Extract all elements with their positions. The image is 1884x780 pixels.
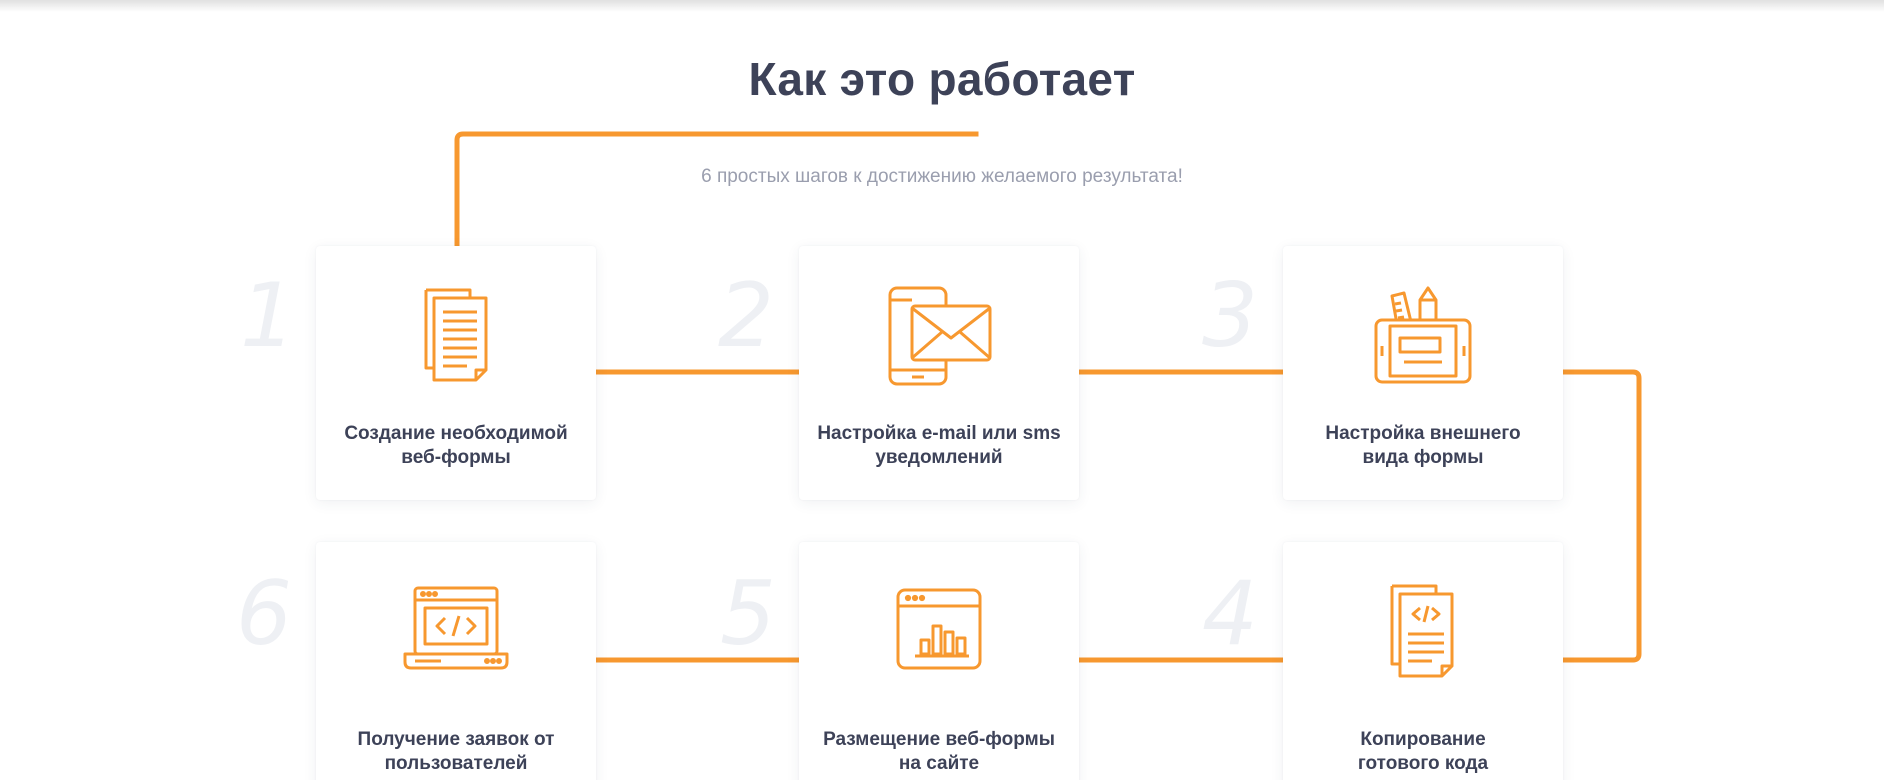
step-label-3: Настройка внешнего вида формы — [1325, 423, 1521, 468]
step-number-1: 1 — [240, 264, 296, 367]
document-icon — [396, 286, 516, 386]
step-label-5: Размещение веб-формы на сайте — [823, 729, 1055, 774]
phone-envelope-icon — [879, 286, 999, 386]
step-label-2: Настройка e-mail или sms уведомлений — [817, 423, 1061, 468]
step-number-6: 6 — [236, 562, 292, 665]
step-card-6: Получение заявок от пользователей — [316, 542, 596, 780]
connector-3-4 — [1562, 369, 1642, 663]
step-number-4: 4 — [1202, 562, 1258, 665]
header-shadow — [0, 0, 1884, 12]
design-tools-tablet-icon — [1363, 286, 1483, 386]
code-document-icon — [1363, 582, 1483, 682]
connector-title-to-step-1 — [454, 131, 979, 247]
step-label-1: Создание необходимой веб-формы — [344, 423, 568, 468]
step-card-3: Настройка внешнего вида формы — [1283, 246, 1563, 500]
laptop-code-icon — [396, 582, 516, 682]
step-label-4: Копирование готового кода — [1357, 729, 1489, 774]
section-title: Как это работает — [748, 53, 1136, 105]
browser-chart-icon — [879, 582, 999, 682]
step-number-2: 2 — [718, 264, 774, 367]
step-label-6: Получение заявок от пользователей — [357, 729, 555, 774]
step-card-1: Создание необходимой веб-формы — [316, 246, 596, 500]
step-card-2: Настройка e-mail или sms уведомлений — [799, 246, 1079, 500]
step-number-5: 5 — [720, 562, 776, 665]
step-number-3: 3 — [1202, 264, 1258, 367]
section-subtitle: 6 простых шагов к достижению желаемого р… — [701, 166, 1183, 187]
step-card-5: Размещение веб-формы на сайте — [799, 542, 1079, 780]
step-card-4: Копирование готового кода — [1283, 542, 1563, 780]
